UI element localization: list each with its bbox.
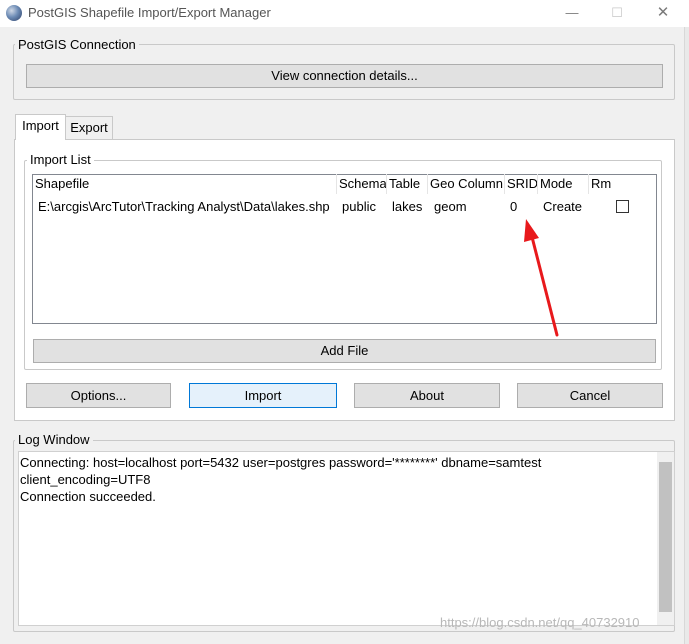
cell-geo-column[interactable]: geom — [434, 199, 467, 214]
annotation-arrow-icon — [524, 219, 559, 337]
view-connection-details-button[interactable]: View connection details... — [26, 64, 663, 88]
log-line: client_encoding=UTF8 — [20, 472, 151, 487]
column-header-srid[interactable]: SRID — [507, 176, 538, 191]
about-button[interactable]: About — [354, 383, 500, 408]
column-header-rm[interactable]: Rm — [591, 176, 611, 191]
column-header-mode[interactable]: Mode — [540, 176, 573, 191]
import-list-label: Import List — [27, 152, 94, 167]
column-separator[interactable] — [537, 174, 538, 194]
column-header-schema[interactable]: Schema — [339, 176, 387, 191]
window-edge — [684, 27, 689, 644]
close-button[interactable]: ✕ — [652, 4, 674, 22]
options-button[interactable]: Options... — [26, 383, 171, 408]
column-separator[interactable] — [427, 174, 428, 194]
cell-srid[interactable]: 0 — [510, 199, 517, 214]
column-header-table[interactable]: Table — [389, 176, 420, 191]
column-separator[interactable] — [504, 174, 505, 194]
log-line: Connecting: host=localhost port=5432 use… — [20, 455, 542, 470]
postgis-globe-icon — [6, 5, 22, 21]
column-header-shapefile[interactable]: Shapefile — [35, 176, 89, 191]
import-button[interactable]: Import — [189, 383, 337, 408]
minimize-button[interactable]: — — [561, 4, 583, 22]
cell-table[interactable]: lakes — [392, 199, 422, 214]
column-header-geo-column[interactable]: Geo Column — [430, 176, 503, 191]
column-separator[interactable] — [386, 174, 387, 194]
log-line: Connection succeeded. — [20, 489, 156, 504]
column-separator[interactable] — [588, 174, 589, 194]
log-window-label: Log Window — [15, 432, 93, 447]
tab-import[interactable]: Import — [15, 114, 66, 140]
watermark-text: https://blog.csdn.net/qq_40732910 — [440, 615, 640, 630]
cell-shapefile[interactable]: E:\arcgis\ArcTutor\Tracking Analyst\Data… — [38, 199, 330, 214]
window-title: PostGIS Shapefile Import/Export Manager — [28, 5, 271, 20]
tab-export[interactable]: Export — [65, 116, 113, 139]
cancel-button[interactable]: Cancel — [517, 383, 663, 408]
cell-mode[interactable]: Create — [543, 199, 582, 214]
rm-checkbox[interactable] — [616, 200, 629, 213]
column-separator[interactable] — [336, 174, 337, 194]
log-scrollbar-thumb[interactable] — [659, 462, 672, 612]
cell-schema[interactable]: public — [342, 199, 376, 214]
add-file-button[interactable]: Add File — [33, 339, 656, 363]
connection-group-label: PostGIS Connection — [15, 37, 139, 52]
maximize-button[interactable]: ☐ — [606, 4, 628, 22]
